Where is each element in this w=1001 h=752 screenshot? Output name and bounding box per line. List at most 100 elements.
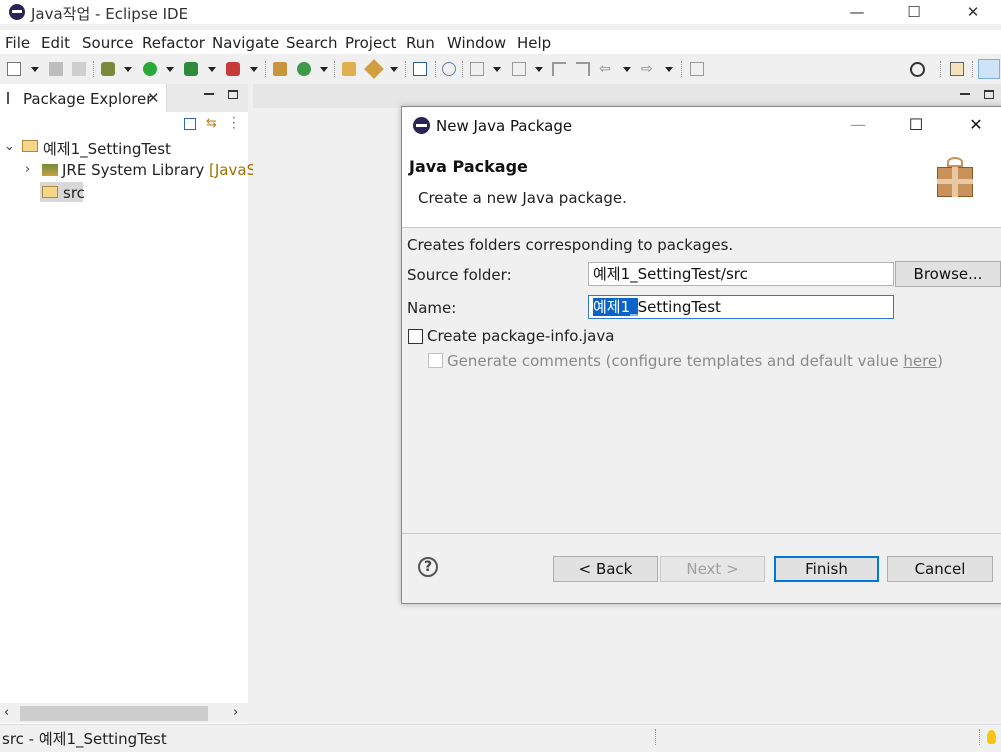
next-annotation-icon[interactable] <box>470 62 484 76</box>
view-menu-icon[interactable]: · · · <box>232 112 236 134</box>
new-class-dropdown-icon[interactable] <box>320 67 328 72</box>
minimize-button[interactable]: — <box>837 2 877 22</box>
source-folder-label: Source folder: <box>407 266 512 284</box>
menu-refactor[interactable]: Refactor <box>142 34 205 52</box>
generate-comments-checkbox[interactable] <box>428 353 443 368</box>
next-button[interactable]: Next > <box>660 556 765 582</box>
minimize-view-icon[interactable] <box>204 93 214 95</box>
new-java-project-icon[interactable] <box>273 62 287 76</box>
annotation-icon[interactable] <box>442 62 456 76</box>
dialog-minimize-button[interactable]: — <box>838 114 878 136</box>
cancel-button[interactable]: Cancel <box>887 556 993 582</box>
status-text: src - 예제1_SettingTest <box>2 730 167 748</box>
new-dropdown-icon[interactable] <box>31 67 39 72</box>
toolbar-separator <box>972 61 974 77</box>
jre-label: JRE System Library <box>62 161 205 179</box>
toolbar-separator <box>940 61 942 77</box>
menu-search[interactable]: Search <box>286 34 338 52</box>
menu-run[interactable]: Run <box>406 34 435 52</box>
last-edit-icon[interactable] <box>552 62 566 76</box>
toolbar-separator <box>681 61 683 77</box>
debug-dropdown-icon[interactable] <box>124 67 132 72</box>
search-icon[interactable] <box>910 62 925 77</box>
close-button[interactable]: ✕ <box>953 2 993 22</box>
package-explorer-label: Package Explorer <box>23 90 153 108</box>
prev-annotation-icon[interactable] <box>512 62 526 76</box>
eclipse-icon <box>413 117 430 134</box>
here-link[interactable]: here <box>903 352 937 370</box>
last-edit-forward-icon[interactable] <box>576 62 590 76</box>
eclipse-icon <box>9 4 25 20</box>
task-icon[interactable] <box>413 62 427 76</box>
menu-window[interactable]: Window <box>447 34 506 52</box>
run-icon[interactable] <box>143 62 157 76</box>
menu-project[interactable]: Project <box>345 34 396 52</box>
package-name-field[interactable]: 예제1_SettingTest <box>588 295 894 319</box>
tip-lightbulb-icon[interactable] <box>987 730 996 744</box>
tree-item-project[interactable]: 예제1_SettingTest <box>43 138 171 159</box>
pin-editor-icon[interactable] <box>690 62 704 76</box>
dialog-intro: Creates folders corresponding to package… <box>407 236 734 254</box>
chevron-right-icon[interactable]: › <box>25 162 30 177</box>
debug-icon[interactable] <box>101 62 115 76</box>
create-package-info-checkbox[interactable] <box>408 329 423 344</box>
status-separator <box>655 729 657 745</box>
window-title: Java작업 - Eclipse IDE <box>31 5 189 23</box>
toolbar-separator <box>265 61 267 77</box>
toolbar-separator <box>93 61 95 77</box>
collapse-all-icon[interactable] <box>184 118 196 130</box>
menu-file[interactable]: File <box>5 34 30 52</box>
editor-minimize-icon[interactable] <box>960 93 970 95</box>
external-tools-icon[interactable] <box>226 62 240 76</box>
perspective-icon[interactable] <box>950 62 964 76</box>
scroll-left-icon[interactable]: ‹ <box>4 705 9 720</box>
editor-tab-bar <box>253 84 1001 108</box>
source-folder-field[interactable]: 예제1_SettingTest/src <box>588 262 894 286</box>
browse-button[interactable]: Browse... <box>895 261 1001 287</box>
dialog-footer-divider <box>402 533 1001 534</box>
chevron-down-icon[interactable]: ⌄ <box>4 139 15 154</box>
link-with-editor-icon[interactable]: ⇆ <box>206 117 220 131</box>
next-annotation-dropdown-icon[interactable] <box>493 67 501 72</box>
new-class-icon[interactable] <box>297 62 311 76</box>
forward-dropdown-icon[interactable] <box>665 67 673 72</box>
tree-item-jre[interactable]: JRE System Library [JavaSE- <box>62 161 271 179</box>
prev-annotation-dropdown-icon[interactable] <box>535 67 543 72</box>
toolbar-separator <box>435 61 437 77</box>
editor-maximize-icon[interactable] <box>984 90 994 99</box>
generate-comments-text: Generate comments (configure templates a… <box>447 352 904 370</box>
finish-button[interactable]: Finish <box>774 556 879 582</box>
java-perspective-icon[interactable] <box>978 59 1000 79</box>
back-icon[interactable]: ⇦ <box>599 62 613 76</box>
back-button[interactable]: < Back <box>553 556 658 582</box>
external-tools-dropdown-icon[interactable] <box>250 67 258 72</box>
help-icon[interactable]: ? <box>418 557 438 577</box>
source-folder-icon <box>42 186 58 198</box>
close-tab-icon[interactable]: ✕ <box>147 89 160 107</box>
dialog-description: Create a new Java package. <box>418 189 627 207</box>
tree-item-src[interactable]: src <box>63 184 85 202</box>
scrollbar-thumb[interactable] <box>20 706 208 721</box>
menu-help[interactable]: Help <box>517 34 551 52</box>
search-tool-dropdown-icon[interactable] <box>390 67 398 72</box>
status-separator <box>979 729 981 745</box>
run-dropdown-icon[interactable] <box>166 67 174 72</box>
save-all-icon[interactable] <box>72 62 86 76</box>
menu-source[interactable]: Source <box>82 34 134 52</box>
back-dropdown-icon[interactable] <box>623 67 631 72</box>
coverage-icon[interactable] <box>184 62 198 76</box>
library-icon <box>42 164 58 176</box>
forward-icon[interactable]: ⇨ <box>641 62 655 76</box>
dialog-maximize-button[interactable]: ☐ <box>896 114 936 136</box>
menu-navigate[interactable]: Navigate <box>212 34 279 52</box>
generate-comments-tail: ) <box>937 352 944 370</box>
save-icon[interactable] <box>49 62 63 76</box>
dialog-close-button[interactable]: ✕ <box>956 114 996 136</box>
open-type-icon[interactable] <box>342 62 356 76</box>
maximize-button[interactable]: ☐ <box>894 2 934 22</box>
maximize-view-icon[interactable] <box>228 90 238 99</box>
menu-edit[interactable]: Edit <box>41 34 70 52</box>
scroll-right-icon[interactable]: › <box>233 705 238 720</box>
new-icon[interactable] <box>7 62 21 76</box>
coverage-dropdown-icon[interactable] <box>208 67 216 72</box>
